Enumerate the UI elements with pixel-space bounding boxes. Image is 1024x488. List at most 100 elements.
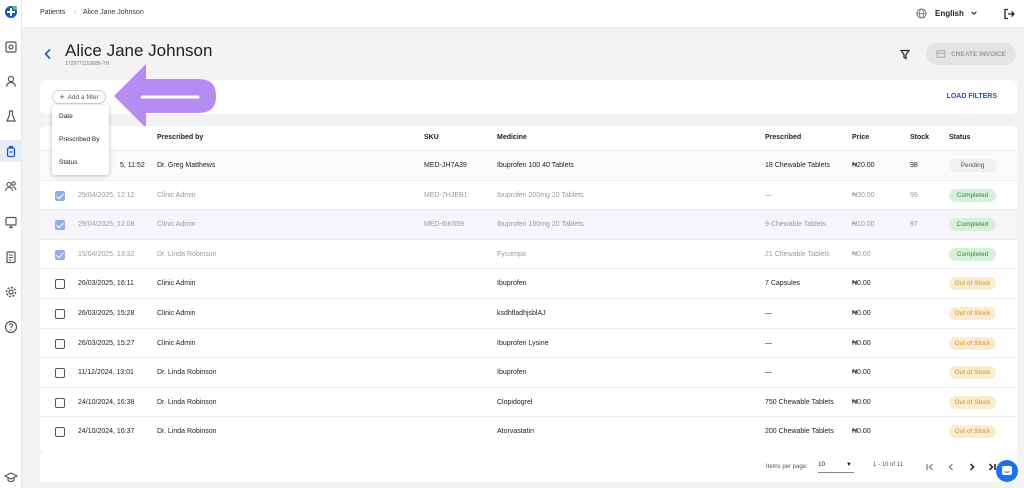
date-cell: 29/04/2025, 12:12 [78, 191, 135, 199]
row-checkbox[interactable] [55, 338, 65, 349]
prescribed-cell: 750 Chewable Tablets [765, 398, 834, 406]
prescribed-by-cell: Clinic Admin [157, 191, 196, 199]
column-stock[interactable]: Stock [910, 134, 929, 141]
table-row[interactable]: 29/04/2025, 12:12 Clinic Admin MED-7HJEB1 I… [40, 179, 1017, 210]
row-checkbox[interactable] [55, 190, 65, 201]
table-row[interactable]: 15/04/2025, 13:32 Dr. Linda Robinson Fycom… [40, 238, 1017, 269]
medicine-cell: Ibuprofen [497, 369, 527, 377]
globe-icon [916, 7, 927, 19]
pagination-bar: Items per page: 10 ▼ 1 - 10 of 11 [40, 454, 1017, 482]
row-checkbox[interactable] [55, 368, 65, 379]
price-cell: ₦0.00 [852, 398, 871, 406]
table-row[interactable]: 11/12/2024, 13:01 Dr. Linda Robinson Ibupr… [40, 357, 1017, 387]
column-prescribed-by[interactable]: Prescribed by [157, 134, 203, 141]
settings-gear-icon[interactable] [4, 285, 18, 299]
patients-icon[interactable] [4, 74, 18, 88]
prescribed-by-cell: Clinic Admin [157, 280, 196, 288]
medicine-cell: Atorvastatin [497, 428, 534, 436]
prescribed-cell: 18 Chewable Tablets [765, 162, 830, 169]
breadcrumb-separator-icon: › [74, 9, 77, 16]
app-logo-icon[interactable] [4, 5, 18, 19]
prescribed-by-cell: Dr. Linda Robinson [157, 398, 217, 406]
breadcrumb-patients[interactable]: Patients [40, 9, 65, 16]
sku-cell: MED-6IK659 [424, 221, 465, 229]
previous-page-icon[interactable] [946, 462, 956, 472]
prescribed-cell: 21 Chewable Tablets [765, 250, 830, 258]
status-badge: Out of Stock [949, 425, 996, 439]
status-badge: Out of Stock [949, 395, 996, 409]
table-row[interactable]: 26/03/2025, 15:28 Clinic Admin ksdhfladhjs… [40, 298, 1017, 328]
status-badge: Pending [949, 159, 996, 172]
row-checkbox[interactable] [55, 249, 65, 260]
prescribed-cell: — [765, 310, 772, 317]
date-cell: 26/03/2025, 15:27 [78, 339, 135, 347]
price-cell: ₦30.00 [852, 191, 875, 199]
dashboard-icon[interactable] [4, 40, 18, 54]
medicine-cell: Clopidogrel [497, 398, 533, 406]
table-row[interactable]: 29/04/2025, 12:08 Clinic Admin MED-6IK659 I… [40, 209, 1017, 240]
back-arrow-icon[interactable] [42, 47, 54, 60]
first-page-icon[interactable] [925, 462, 935, 472]
row-checkbox[interactable] [55, 427, 65, 438]
logout-icon[interactable] [1003, 7, 1015, 20]
status-badge: Completed [949, 247, 996, 261]
add-filter-button[interactable]: + Add a filter [52, 90, 106, 104]
items-per-page-label: Items per page: [766, 464, 808, 470]
staff-icon[interactable] [4, 179, 18, 193]
column-price[interactable]: Price [852, 134, 869, 141]
price-cell: ₦0.00 [852, 428, 871, 436]
medicine-cell: Ibuprofen 200mg 20 Tablets [497, 191, 584, 199]
prescribed-cell: 9 Chewable Tablets [765, 221, 826, 229]
pharmacy-icon[interactable] [4, 144, 18, 158]
filter-dropdown-menu: Date Prescribed By Status [52, 105, 109, 175]
medicine-cell: Ibuprofen Lysine [497, 339, 549, 347]
table-row[interactable]: 5, 11:52 Dr. Greg Matthews MED-JH7A39 Ibupr… [40, 150, 1017, 180]
lab-icon[interactable] [4, 109, 18, 123]
column-prescribed[interactable]: Prescribed [765, 134, 801, 141]
date-cell: 24/10/2024, 16:37 [78, 428, 135, 436]
row-checkbox[interactable] [55, 309, 65, 319]
breadcrumb-current: Alice Jane Johnson [83, 9, 144, 16]
prescribed-by-cell: Clinic Admin [157, 310, 196, 317]
filter-option-date[interactable]: Date [59, 113, 73, 120]
row-checkbox[interactable] [55, 279, 65, 290]
filter-option-status[interactable]: Status [59, 159, 77, 166]
status-badge: Completed [949, 188, 996, 202]
sidebar [0, 0, 22, 488]
prescribed-cell: — [765, 191, 772, 199]
graduation-cap-icon[interactable] [4, 470, 18, 484]
price-cell: ₦20.00 [852, 162, 875, 169]
row-checkbox[interactable] [55, 220, 65, 231]
next-page-icon[interactable] [967, 462, 977, 472]
table-row[interactable]: 26/03/2025, 16:11 Clinic Admin Ibuprofen 7 … [40, 268, 1017, 298]
date-cell: 26/03/2025, 16:11 [78, 280, 134, 288]
price-cell: ₦0.00 [852, 369, 871, 377]
prescribed-by-cell: Dr. Linda Robinson [157, 369, 217, 377]
price-cell: ₦10.00 [852, 221, 875, 229]
patient-id: 1729771153686-TH [65, 61, 110, 67]
create-invoice-button[interactable]: CREATE INVOICE [926, 43, 1016, 65]
add-filter-label: Add a filter [67, 93, 99, 101]
table-row[interactable]: 26/03/2025, 15:27 Clinic Admin Ibuprofen L… [40, 327, 1017, 358]
status-badge: Out of Stock [949, 366, 996, 380]
table-row[interactable]: 24/10/2024, 16:37 Dr. Linda Robinson Atorv… [40, 416, 1017, 446]
monitor-icon[interactable] [4, 215, 18, 229]
language-selector[interactable]: English [916, 7, 978, 19]
records-icon[interactable] [4, 250, 18, 264]
annotation-arrow-icon [114, 64, 216, 128]
row-checkbox[interactable] [55, 397, 65, 408]
filter-option-prescribed-by[interactable]: Prescribed By [59, 136, 99, 143]
table-row[interactable]: 24/10/2024, 16:38 Dr. Linda Robinson Clopi… [40, 386, 1017, 417]
column-sku[interactable]: SKU [424, 134, 439, 141]
status-badge: Out of Stock [949, 277, 996, 291]
column-medicine[interactable]: Medicine [497, 134, 527, 141]
load-filters-button[interactable]: LOAD FILTERS [947, 93, 997, 100]
items-per-page-select[interactable]: 10 ▼ [818, 461, 854, 473]
prescribed-cell: — [765, 339, 772, 347]
chat-support-icon[interactable] [996, 460, 1018, 482]
column-status[interactable]: Status [949, 134, 970, 141]
status-badge: Out of Stock [949, 307, 996, 320]
filter-funnel-icon[interactable] [899, 47, 911, 60]
help-icon[interactable] [4, 320, 18, 334]
date-cell: 5, 11:52 [120, 162, 145, 169]
